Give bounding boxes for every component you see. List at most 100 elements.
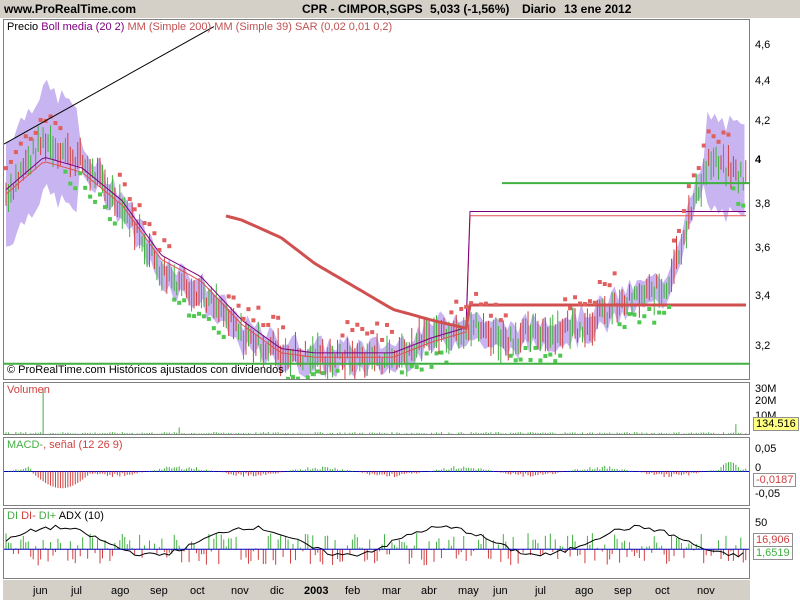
volume-title: Volumen (7, 384, 50, 396)
sar-dot (716, 139, 721, 144)
sar-dot (335, 368, 340, 373)
sar-dot (211, 326, 216, 331)
macd-panel[interactable]: MACD-, señal (12 26 9) (3, 437, 750, 506)
sar-dot (483, 301, 488, 306)
sar-dot (310, 372, 315, 377)
sar-dot (162, 238, 167, 243)
sar-dot (672, 238, 677, 243)
sar-dot (132, 207, 137, 212)
tick-3-4: 3,4 (755, 290, 771, 302)
adx-title: DI DI- DI+ ADX (10) (7, 510, 104, 522)
sar-dot (622, 325, 627, 330)
sar-dot (256, 305, 261, 310)
x-axis: jun jul ago sep oct nov dic 2003 feb mar abr may jun… (3, 580, 750, 600)
tick-3-2: 3,2 (755, 340, 771, 352)
sar-dot (667, 305, 672, 310)
x-tick-label: dic (270, 585, 285, 597)
price-chart[interactable] (4, 20, 749, 379)
sar-dot (221, 334, 226, 339)
sar-dot (246, 307, 251, 312)
macd-title-b: , señal (12 26 9) (43, 439, 123, 451)
sar-dot (612, 271, 617, 276)
macd-value-tag: -0,0187 (753, 473, 797, 487)
site-name[interactable]: www.ProRealTime.com (4, 2, 136, 16)
sar-dot (493, 302, 498, 307)
sar-dot (98, 192, 103, 197)
sar-dot (286, 376, 291, 379)
sar-dot (632, 312, 637, 317)
tick-3-8: 3,8 (755, 198, 771, 210)
sar-dot (142, 221, 147, 226)
sar-dot (597, 280, 602, 285)
x-tick-label: abr (421, 585, 437, 597)
sar-dot (28, 136, 33, 141)
sar-dot (711, 134, 716, 139)
sar-dot (642, 314, 647, 319)
sar-dot (241, 316, 246, 321)
sar-dot (63, 169, 68, 174)
sar-dot (68, 181, 73, 186)
tick-20m: 20M (755, 395, 777, 407)
sar-dot (691, 173, 696, 178)
tick-4-6: 4,6 (755, 39, 771, 51)
x-tick-label: mar (382, 585, 401, 597)
adx-panel[interactable]: DI DI- DI+ ADX (10) (3, 508, 750, 579)
sar-dot (78, 171, 83, 176)
sar-dot (389, 329, 394, 334)
sar-dot (399, 370, 404, 375)
x-tick-label: nov (697, 585, 715, 597)
sar-dot (117, 172, 122, 177)
sar-dot (157, 247, 162, 252)
sar-dot (676, 228, 681, 233)
sar-dot (503, 313, 508, 318)
sar-dot (251, 318, 256, 323)
sar-dot (290, 375, 295, 379)
x-tick-label: jun (493, 585, 508, 597)
volume-chart[interactable] (4, 383, 749, 434)
sar-dot (127, 197, 132, 202)
sar-dot (721, 130, 726, 135)
sar-dot (518, 357, 523, 362)
sar-dot (102, 205, 107, 210)
sar-dot (429, 364, 434, 369)
x-tick-label: oct (190, 585, 205, 597)
header-bar: www.ProRealTime.com CPR - CIMPOR,SGPS 5,… (0, 0, 800, 18)
sar-dot (360, 326, 365, 331)
sar-dot (167, 244, 172, 249)
sar-dot (83, 185, 88, 190)
sar-dot (350, 328, 355, 333)
sar-dot (602, 282, 607, 287)
adx-title-d: ADX (10) (58, 510, 104, 522)
sar-dot (53, 121, 58, 126)
x-tick-label: jul (535, 585, 547, 597)
adx-chart[interactable] (4, 509, 749, 578)
sar-dot (107, 217, 112, 222)
adx-title-c: DI+ (38, 510, 57, 522)
sar-dot (508, 353, 513, 358)
sar-dot (58, 126, 63, 131)
sar-dot (573, 295, 578, 300)
sar-dot (261, 323, 266, 328)
sar-dot (365, 331, 370, 336)
sar-dot (295, 376, 300, 379)
sar-dot (523, 346, 528, 351)
sar-dot (474, 291, 479, 296)
x-tick-label: nov (231, 585, 249, 597)
sar-dot (681, 209, 686, 214)
price-panel[interactable]: Precio Boll media (20 2) MM (Simple 200)… (3, 19, 750, 380)
x-tick-label: jul (71, 585, 83, 597)
sar-dot (607, 283, 612, 288)
adx-tag-2: 1,6519 (753, 546, 793, 560)
instrument-name: CPR - CIMPOR,SGPS (302, 2, 423, 16)
sar-dot (424, 351, 429, 356)
sar-dot (172, 297, 177, 302)
sar-dot (414, 365, 419, 370)
sar-dot (271, 314, 276, 319)
sar-dot (528, 357, 533, 362)
sar-dot (538, 358, 543, 363)
sar-dot (736, 201, 741, 206)
tick-adx-50: 50 (755, 517, 768, 529)
sar-dot (266, 322, 271, 327)
volume-panel[interactable]: Volumen (3, 382, 750, 435)
sar-dot (637, 320, 642, 325)
